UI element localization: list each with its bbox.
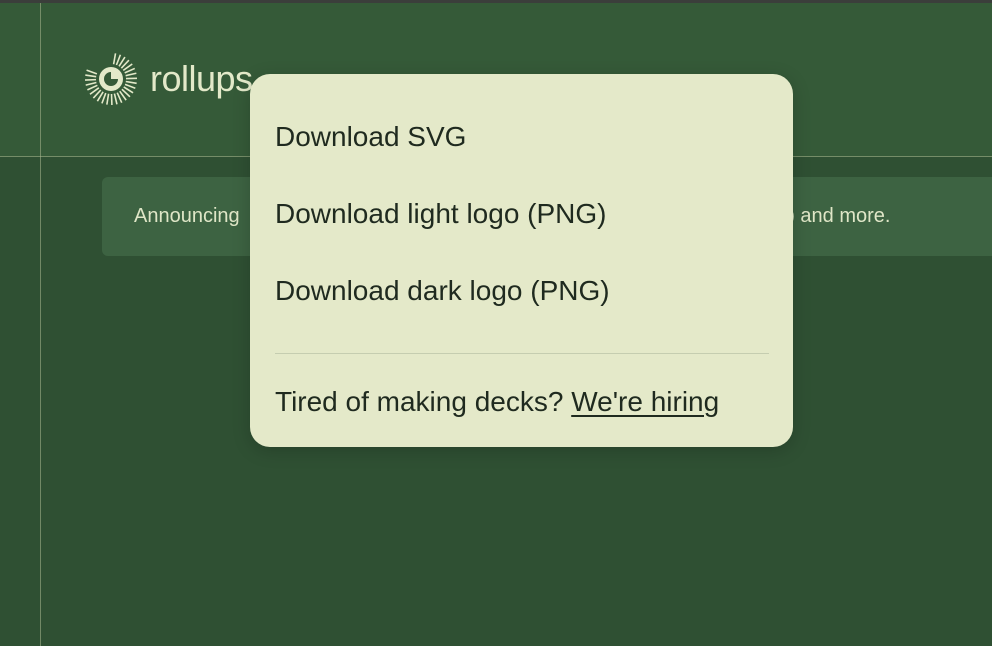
hiring-prompt-text: Tired of making decks? xyxy=(275,386,564,417)
page: Announcing/s) and more. rollups Download… xyxy=(0,0,992,646)
menu-footer: Tired of making decks? We're hiring xyxy=(275,388,719,416)
download-dropdown-menu: Download SVG Download light logo (PNG) D… xyxy=(250,74,793,447)
logo-ray xyxy=(125,72,137,77)
logo-ray xyxy=(124,83,136,89)
logo-ray xyxy=(101,92,107,104)
download-light-logo-item[interactable]: Download light logo (PNG) xyxy=(275,200,607,228)
sunburst-logo-icon xyxy=(84,53,138,106)
download-svg-item[interactable]: Download SVG xyxy=(275,123,466,151)
logo-ray xyxy=(125,80,137,85)
logo-ray xyxy=(113,93,118,105)
logo-ray xyxy=(112,53,117,65)
brand-logo[interactable]: rollups xyxy=(84,52,253,106)
logo-ray xyxy=(85,81,97,86)
menu-divider xyxy=(275,353,769,354)
logo-ray xyxy=(86,69,98,75)
download-dark-logo-item[interactable]: Download dark logo (PNG) xyxy=(275,277,610,305)
brand-name: rollups xyxy=(150,58,253,99)
logo-ray xyxy=(85,74,97,78)
vertical-guide-line xyxy=(40,3,41,646)
logo-ray xyxy=(115,54,122,66)
logo-ray xyxy=(106,93,110,105)
hiring-link[interactable]: We're hiring xyxy=(571,386,719,417)
announcement-text-start: Announcing xyxy=(134,205,240,227)
